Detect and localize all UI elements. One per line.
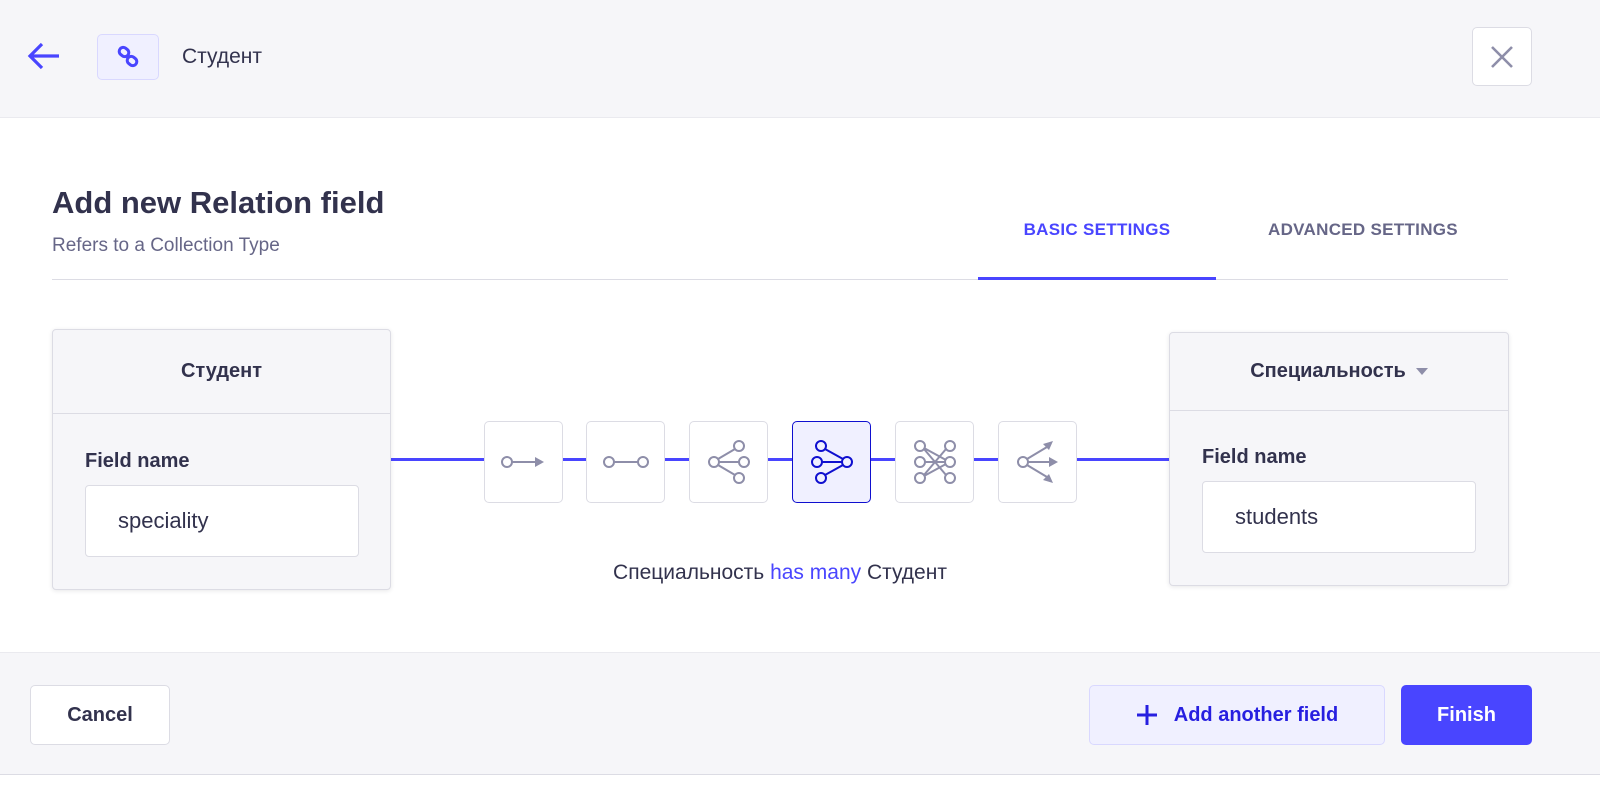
arrow-left-icon [27, 42, 59, 70]
relation-one-way-button[interactable] [484, 421, 563, 503]
left-field-label: Field name [85, 450, 190, 472]
cancel-button[interactable]: Cancel [30, 685, 170, 745]
add-another-field-label: Add another field [1173, 703, 1339, 726]
many-to-one-icon [810, 440, 853, 484]
right-field-label: Field name [1202, 446, 1307, 468]
target-entity-select[interactable]: Специальность [1170, 333, 1508, 411]
one-to-one-icon [602, 456, 649, 468]
relation-description: Специальность has many Студент [480, 561, 1080, 585]
header: Студент [0, 0, 1600, 118]
many-to-many-icon [913, 440, 956, 484]
description-source: Специальность [613, 561, 765, 584]
left-entity-name: Студент [53, 330, 390, 414]
relation-many-way-button[interactable] [998, 421, 1077, 503]
link-type-badge [97, 34, 159, 80]
close-button[interactable] [1472, 27, 1532, 86]
finish-button[interactable]: Finish [1401, 685, 1532, 745]
relation-one-to-many-button[interactable] [689, 421, 768, 503]
back-button[interactable] [26, 40, 62, 77]
relation-many-to-many-button[interactable] [895, 421, 974, 503]
one-to-many-icon [707, 440, 750, 484]
plus-icon [1136, 705, 1157, 725]
right-entity-card: Специальность Field name students [1169, 332, 1509, 586]
many-way-icon [1016, 441, 1058, 483]
left-field-name-input[interactable]: speciality [85, 485, 359, 557]
caret-down-icon [1415, 367, 1428, 375]
description-relation: has many [770, 561, 862, 584]
tab-advanced-settings[interactable]: ADVANCED SETTINGS [1232, 212, 1494, 278]
relation-many-to-one-button[interactable] [792, 421, 871, 503]
add-another-field-button[interactable]: Add another field [1089, 685, 1385, 745]
modal-title: Add new Relation field [52, 185, 385, 220]
divider [52, 279, 1508, 280]
relation-one-to-one-button[interactable] [586, 421, 665, 503]
footer: Cancel Add another field Finish [0, 652, 1600, 775]
one-way-icon [500, 456, 544, 468]
close-icon [1491, 45, 1513, 68]
left-entity-card: Студент Field name speciality [52, 329, 391, 590]
description-target: Студент [866, 561, 947, 584]
header-title: Студент [182, 45, 262, 68]
link-icon [117, 45, 139, 68]
right-field-name-input[interactable]: students [1202, 481, 1476, 553]
tab-basic-settings[interactable]: BASIC SETTINGS [978, 212, 1216, 280]
right-entity-name: Специальность [1250, 360, 1406, 382]
modal-subtitle: Refers to a Collection Type [52, 235, 280, 256]
